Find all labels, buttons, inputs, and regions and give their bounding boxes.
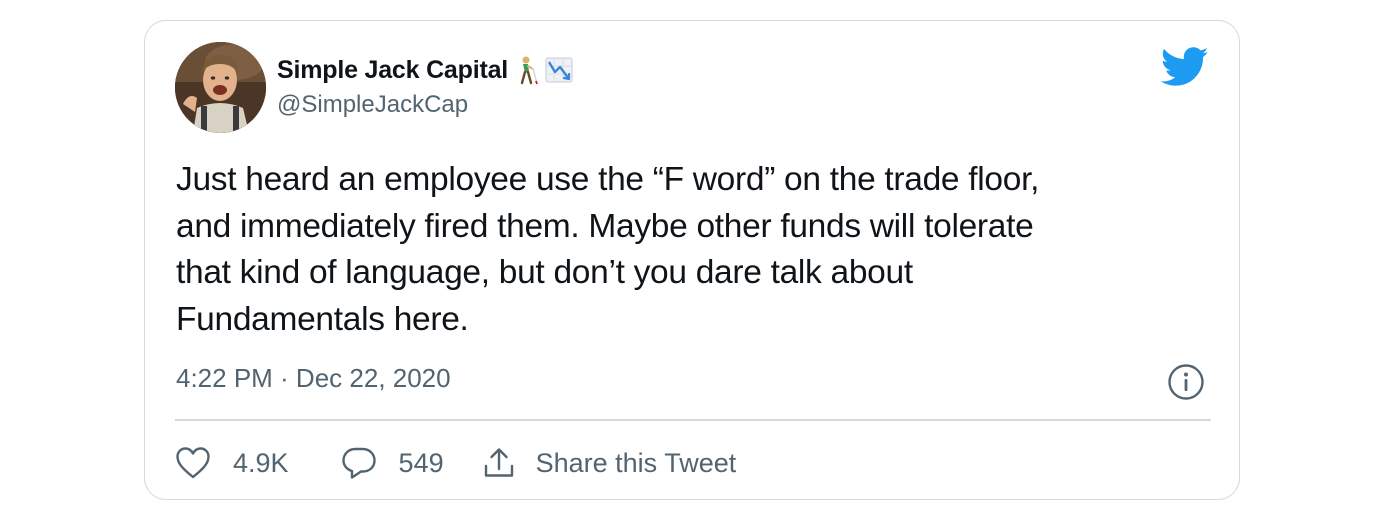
like-count: 4.9K (233, 447, 289, 478)
share-button[interactable]: Share this Tweet (482, 446, 737, 480)
tweet-text-line: Fundamentals here. (176, 300, 469, 338)
tweet-actions: 4.9K 549 Share this Tweet (175, 443, 736, 483)
tweet-timestamp[interactable]: 4:22 PM · Dec 22, 2020 (176, 363, 451, 394)
author-handle[interactable]: @SimpleJackCap (277, 91, 468, 119)
share-icon (484, 448, 513, 477)
person-with-white-cane-emoji (512, 55, 540, 85)
reply-bubble-icon (341, 447, 376, 479)
divider (175, 419, 1211, 421)
avatar[interactable] (175, 42, 266, 133)
heart-icon (176, 447, 210, 479)
tweet-card: Simple Jack Capital @SimpleJackCap Just … (144, 20, 1240, 500)
share-label: Share this Tweet (535, 447, 737, 478)
avatar-image (175, 42, 266, 133)
info-icon[interactable] (1167, 363, 1205, 401)
twitter-bird-icon[interactable] (1161, 47, 1209, 87)
reply-button[interactable]: 549 (341, 446, 444, 480)
author-display-name[interactable]: Simple Jack Capital (277, 56, 508, 85)
tweet-text: Just heard an employee use the “F word” … (176, 157, 1206, 343)
tweet-text-line: Just heard an employee use the “F word” … (176, 161, 1040, 198)
reply-count: 549 (398, 447, 444, 478)
tweet-text-line: and immediately fired them. Maybe other … (176, 207, 1034, 245)
author-name-row[interactable]: Simple Jack Capital (277, 55, 573, 85)
tweet-text-line: that kind of language, but don’t you dar… (176, 254, 913, 291)
like-button[interactable]: 4.9K (175, 446, 289, 480)
chart-decreasing-emoji (544, 55, 573, 85)
